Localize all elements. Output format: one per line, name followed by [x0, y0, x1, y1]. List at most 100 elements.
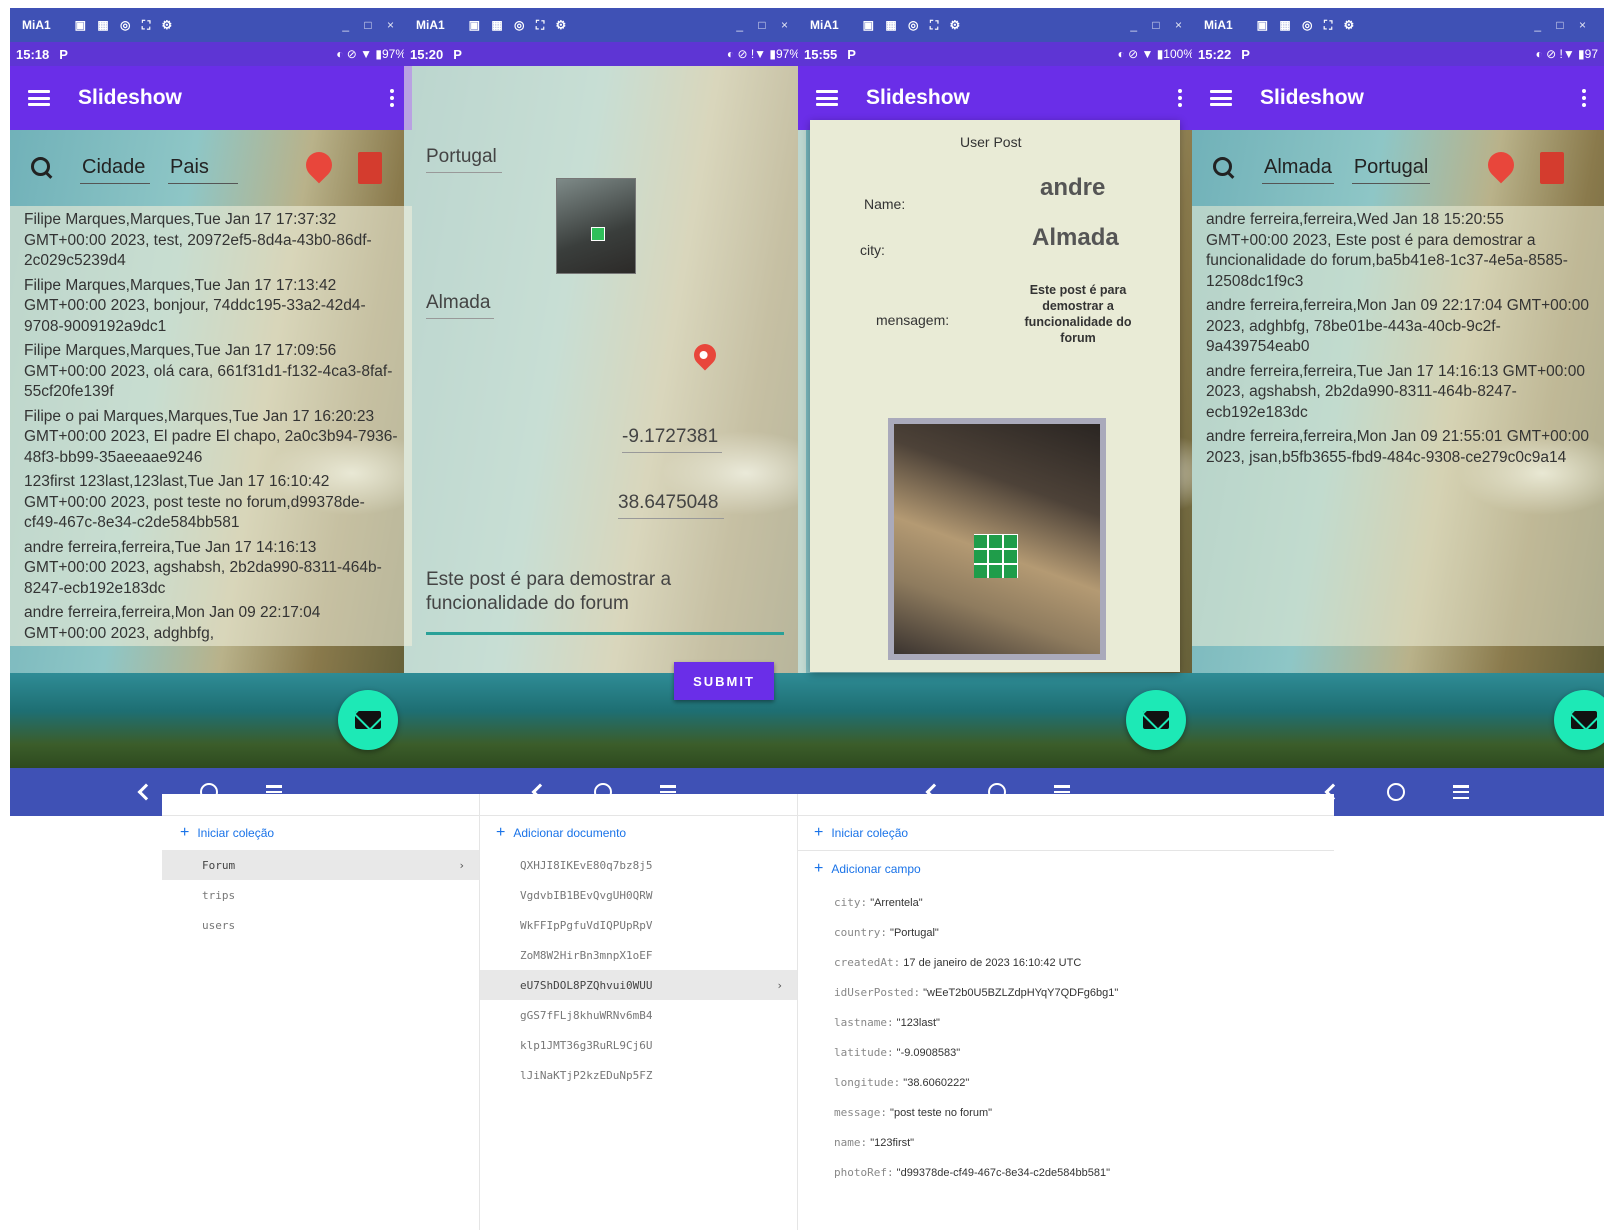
status-bar: 15:20 P ◐ ⊘ !▼ ▮97%	[404, 42, 806, 66]
list-item[interactable]: 123first 123last,123last,Tue Jan 17 16:1…	[24, 472, 398, 534]
document-item[interactable]: WkFFIpPgfuVdIQPUpRpV	[480, 910, 797, 940]
home-icon[interactable]	[1387, 783, 1405, 801]
emulator-toolbar-icons[interactable]: ▣ ▦ ◎ ⛶ ⚙	[75, 18, 177, 33]
location-pin-icon[interactable]	[300, 146, 338, 184]
overflow-menu-icon[interactable]	[1178, 89, 1182, 107]
emulator-toolbar-icons[interactable]: ▣ ▦ ◎ ⛶ ⚙	[469, 18, 571, 33]
latitude-input[interactable]: 38.6475048	[618, 488, 724, 519]
add-field-label: Adicionar campo	[831, 862, 921, 876]
field-value: "Portugal"	[890, 927, 939, 939]
back-icon[interactable]	[137, 783, 155, 801]
collection-item-forum[interactable]: Forum ›	[162, 850, 479, 880]
field-row[interactable]: idUserPosted: "wEeT2b0U5BZLZdpHYqY7QDFg6…	[834, 986, 1118, 999]
list-item[interactable]: andre ferreira,ferreira,Tue Jan 17 14:16…	[1206, 362, 1590, 424]
country-filter-input[interactable]: Pais	[168, 152, 238, 184]
collection-item-trips[interactable]: trips	[162, 880, 479, 910]
list-item[interactable]: andre ferreira,ferreira,Wed Jan 18 15:20…	[1206, 210, 1590, 292]
start-collection-button[interactable]: + Iniciar coleção	[180, 824, 274, 842]
emulator-titlebar: MiA1 ▣ ▦ ◎ ⛶ ⚙ _ □ ×	[10, 8, 412, 42]
new-post-fab[interactable]	[1126, 690, 1186, 750]
document-id: QXHJI8IKEvE80q7bz8j5	[520, 858, 653, 872]
post-list[interactable]: Filipe Marques,Marques,Tue Jan 17 17:37:…	[10, 206, 412, 646]
document-id: eU7ShDOL8PZQhvui0WUU	[520, 978, 653, 992]
submit-button[interactable]: SUBMIT	[674, 662, 774, 700]
overflow-menu-icon[interactable]	[390, 89, 394, 107]
location-pin-icon[interactable]	[1482, 146, 1520, 184]
field-value: "38.6060222"	[903, 1077, 970, 1089]
post-photo	[888, 418, 1106, 660]
status-bar: 15:55 P ◐ ⊘ ▼ ▮100%	[798, 42, 1200, 66]
new-post-fab[interactable]	[338, 690, 398, 750]
field-row[interactable]: photoRef: "d99378de-cf49-467c-8e34-c2de5…	[834, 1166, 1110, 1179]
city-input[interactable]: Almada	[426, 288, 494, 319]
country-input[interactable]: Portugal	[426, 142, 502, 173]
list-item[interactable]: Filipe o pai Marques,Marques,Tue Jan 17 …	[24, 407, 398, 469]
list-item[interactable]: andre ferreira,ferreira,Tue Jan 17 14:16…	[24, 538, 398, 600]
add-field-button[interactable]: + Adicionar campo	[814, 860, 921, 878]
search-icon[interactable]	[1212, 156, 1236, 180]
field-value: "d99378de-cf49-467c-8e34-c2de584bb581"	[896, 1167, 1110, 1179]
window-controls[interactable]: _ □ ×	[1130, 18, 1188, 32]
field-row[interactable]: latitude: "-9.0908583"	[834, 1046, 960, 1059]
hamburger-menu-icon[interactable]	[816, 90, 838, 106]
recents-icon[interactable]	[1453, 785, 1469, 799]
field-row[interactable]: message: "post teste no forum"	[834, 1106, 992, 1119]
app-bar: Slideshow	[10, 66, 412, 130]
app-screen: Slideshow User Post Name: andre city: Al…	[798, 66, 1200, 768]
list-item[interactable]: Filipe Marques,Marques,Tue Jan 17 17:09:…	[24, 341, 398, 403]
window-controls[interactable]: _ □ ×	[342, 18, 400, 32]
city-filter-input[interactable]: Cidade	[80, 152, 150, 184]
list-item[interactable]: Filipe Marques,Marques,Tue Jan 17 17:37:…	[24, 210, 398, 272]
window-controls[interactable]: _ □ ×	[736, 18, 794, 32]
status-icons: ◐ ⊘ ▼ ▮100%	[1117, 47, 1194, 61]
status-bar: 15:18 P ◐ ⊘ ▼ ▮97%	[10, 42, 412, 66]
document-item[interactable]: QXHJI8IKEvE80q7bz8j5	[480, 850, 797, 880]
document-item[interactable]: lJiNaKTjP2kzEDuNp5FZ	[480, 1060, 797, 1090]
field-row[interactable]: name: "123first"	[834, 1136, 914, 1149]
emulator-toolbar-icons[interactable]: ▣ ▦ ◎ ⛶ ⚙	[1257, 18, 1359, 33]
chevron-right-icon: ›	[458, 858, 465, 872]
field-key: longitude:	[834, 1076, 901, 1089]
overflow-menu-icon[interactable]	[1582, 89, 1586, 107]
field-value: "wEeT2b0U5BZLZdpHYqY7QDFg6bg1"	[923, 987, 1119, 999]
start-subcollection-button[interactable]: + Iniciar coleção	[814, 824, 908, 842]
field-row[interactable]: country: "Portugal"	[834, 926, 939, 939]
photo-thumbnail[interactable]	[556, 178, 636, 274]
add-document-label: Adicionar documento	[513, 826, 627, 840]
fields-panel: + Iniciar coleção + Adicionar campo city: …	[798, 794, 1334, 1230]
document-id: ZoM8W2HirBn3mnpX1oEF	[520, 948, 653, 962]
document-item[interactable]: ZoM8W2HirBn3mnpX1oEF	[480, 940, 797, 970]
user-post-dialog: User Post Name: andre city: Almada mensa…	[810, 120, 1180, 672]
country-filter-input[interactable]: Portugal	[1351, 152, 1431, 184]
documents-panel: + Adicionar documento QXHJI8IKEvE80q7bz8j…	[480, 794, 798, 1230]
field-row[interactable]: lastname: "123last"	[834, 1016, 940, 1029]
list-item[interactable]: andre ferreira,ferreira,Mon Jan 09 21:55…	[1206, 427, 1590, 468]
list-item[interactable]: Filipe Marques,Marques,Tue Jan 17 17:13:…	[24, 276, 398, 338]
field-value: "123last"	[896, 1017, 940, 1029]
field-row[interactable]: longitude: "38.6060222"	[834, 1076, 969, 1089]
list-item[interactable]: andre ferreira,ferreira,Mon Jan 09 22:17…	[1206, 296, 1590, 358]
document-item[interactable]: VgdvbIB1BEvQvgUH0QRW	[480, 880, 797, 910]
delete-icon[interactable]	[1540, 152, 1564, 184]
field-row[interactable]: createdAt: 17 de janeiro de 2023 16:10:4…	[834, 956, 1081, 969]
delete-icon[interactable]	[358, 152, 382, 184]
collection-item-users[interactable]: users	[162, 910, 479, 940]
longitude-input[interactable]: -9.1727381	[622, 422, 722, 453]
document-item[interactable]: gGS7fFLj8khuWRNv6mB4	[480, 1000, 797, 1030]
emulator-toolbar-icons[interactable]: ▣ ▦ ◎ ⛶ ⚙	[863, 18, 965, 33]
hamburger-menu-icon[interactable]	[1210, 90, 1232, 106]
window-controls[interactable]: _ □ ×	[1534, 18, 1592, 32]
city-filter-input[interactable]: Almada	[1262, 152, 1334, 184]
list-item[interactable]: andre ferreira,ferreira,Mon Jan 09 22:17…	[24, 603, 398, 644]
map-pin-icon[interactable]	[689, 339, 721, 371]
document-item[interactable]: klp1JMT36g3RuRL9Cj6U	[480, 1030, 797, 1060]
new-post-fab[interactable]	[1554, 690, 1604, 750]
app-bar: Slideshow	[1192, 66, 1604, 130]
field-row[interactable]: city: "Arrentela"	[834, 896, 923, 909]
search-icon[interactable]	[30, 156, 54, 180]
document-item-selected[interactable]: eU7ShDOL8PZQhvui0WUU ›	[480, 970, 797, 1000]
message-input[interactable]: Este post é para demostrar a funcionalid…	[426, 568, 786, 616]
add-document-button[interactable]: + Adicionar documento	[496, 824, 626, 842]
post-list[interactable]: andre ferreira,ferreira,Wed Jan 18 15:20…	[1192, 206, 1604, 646]
hamburger-menu-icon[interactable]	[28, 90, 50, 106]
